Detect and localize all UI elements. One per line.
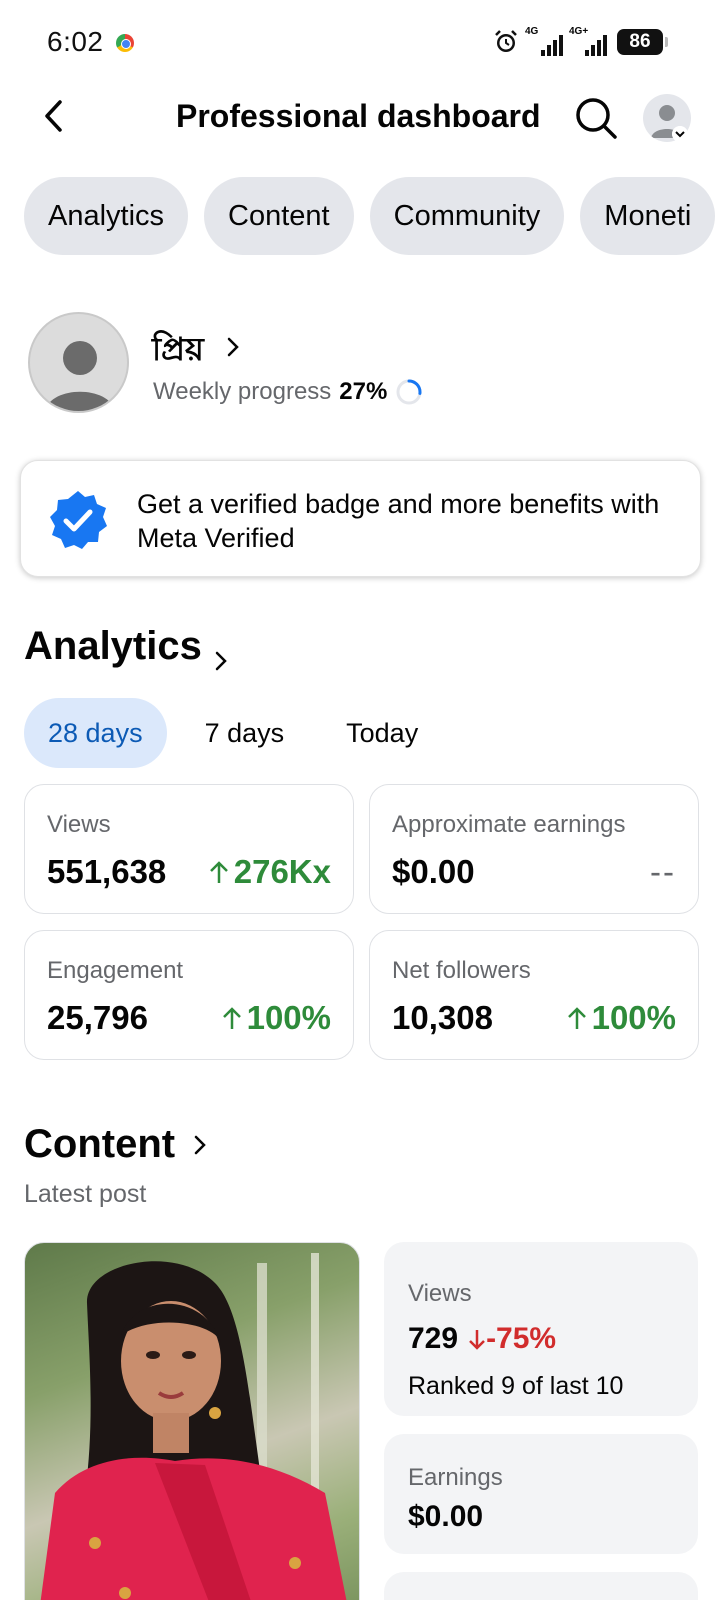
progress-ring-icon [396,379,422,405]
chevron-right-icon[interactable] [224,334,242,360]
metric-label: Net followers [392,957,531,984]
weekly-progress-value: 27% [339,378,388,405]
views-label: Views [408,1280,472,1307]
views-value: 729 -75% [408,1322,556,1356]
metric-delta-value: 276Kx [233,853,331,890]
metric-label: Approximate earnings [392,811,626,838]
latest-post-earnings-card[interactable]: Earnings $0.00 [384,1434,698,1554]
metric-value: 10,308 [392,999,493,1036]
arrow-up-icon [567,1007,586,1029]
range-today[interactable]: Today [322,698,442,768]
metric-delta: 100% [221,999,331,1037]
views-rank: Ranked 9 of last 10 [408,1372,624,1400]
arrow-down-icon [469,1330,485,1350]
analytics-heading[interactable]: Analytics [24,624,202,669]
metric-card-engagement[interactable]: Engagement 25,796 100% [24,930,354,1060]
metric-delta: 276Kx [208,853,331,891]
latest-post-views-card[interactable]: Views 729 -75% Ranked 9 of last 10 [384,1242,698,1416]
metric-delta: 100% [566,999,676,1037]
profile-avatar[interactable] [28,312,129,413]
dashboard-tabs: Analytics Content Community Moneti [24,177,716,255]
status-time: 6:02 [47,26,104,57]
status-bar: 6:02 4G 4G+ 86 [0,0,721,86]
metric-value: 25,796 [47,999,148,1036]
latest-post-next-card[interactable] [384,1572,698,1600]
meta-verified-banner[interactable]: Get a verified badge and more benefits w… [20,460,701,577]
battery-icon: 86 [617,29,668,55]
arrow-up-icon [222,1007,241,1029]
signal-icon-2: 4G+ [569,26,607,56]
weekly-progress: Weekly progress 27% [153,378,423,406]
metric-delta-value: -- [650,853,676,890]
chevron-right-icon[interactable] [213,648,229,674]
profile-placeholder-icon [45,341,115,411]
date-range-selector: 28 days 7 days Today [24,698,442,768]
range-28-days[interactable]: 28 days [24,698,167,768]
search-icon[interactable] [572,94,620,142]
metric-card-views[interactable]: Views 551,638 276Kx [24,784,354,914]
arrow-up-icon [209,861,228,883]
range-7-days[interactable]: 7 days [181,698,309,768]
verified-banner-text: Get a verified badge and more benefits w… [137,489,660,553]
metric-card-net-followers[interactable]: Net followers 10,308 100% [369,930,699,1060]
content-heading[interactable]: Content [24,1122,175,1167]
metric-delta-value: 100% [591,999,676,1036]
profile-name[interactable]: প্রিয় [152,324,204,378]
tab-monetization[interactable]: Moneti [580,177,716,255]
chevron-down-icon[interactable] [672,126,688,142]
views-delta-value: -75% [486,1322,557,1355]
battery-level: 86 [629,31,651,52]
status-icons: 4G 4G+ 86 [493,26,668,56]
metric-label: Engagement [47,957,184,984]
earnings-label: Earnings [408,1464,503,1491]
chrome-notification-icon [116,34,134,52]
tab-content[interactable]: Content [204,177,354,255]
metric-value: 551,638 [47,853,167,890]
latest-post-thumbnail[interactable] [24,1242,360,1600]
metric-delta-value: 100% [246,999,331,1036]
alarm-icon [495,30,517,52]
tab-community[interactable]: Community [369,177,565,255]
chevron-right-icon[interactable] [192,1132,208,1158]
back-arrow-icon[interactable] [36,96,76,136]
page-title: Professional dashboard [176,98,541,134]
latest-post-label: Latest post [24,1180,147,1208]
header: Professional dashboard [0,86,721,148]
views-delta: -75% [468,1322,556,1355]
tab-analytics[interactable]: Analytics [24,177,189,255]
weekly-progress-label: Weekly progress [153,378,332,405]
verified-badge-icon [50,491,107,549]
signal-icon-1: 4G [525,26,563,56]
metric-value: $0.00 [392,853,475,890]
earnings-value: $0.00 [408,1500,484,1533]
metric-label: Views [47,811,111,838]
views-number: 729 [408,1322,459,1355]
post-photo [40,1253,347,1600]
metric-card-earnings[interactable]: Approximate earnings $0.00 -- [369,784,699,914]
